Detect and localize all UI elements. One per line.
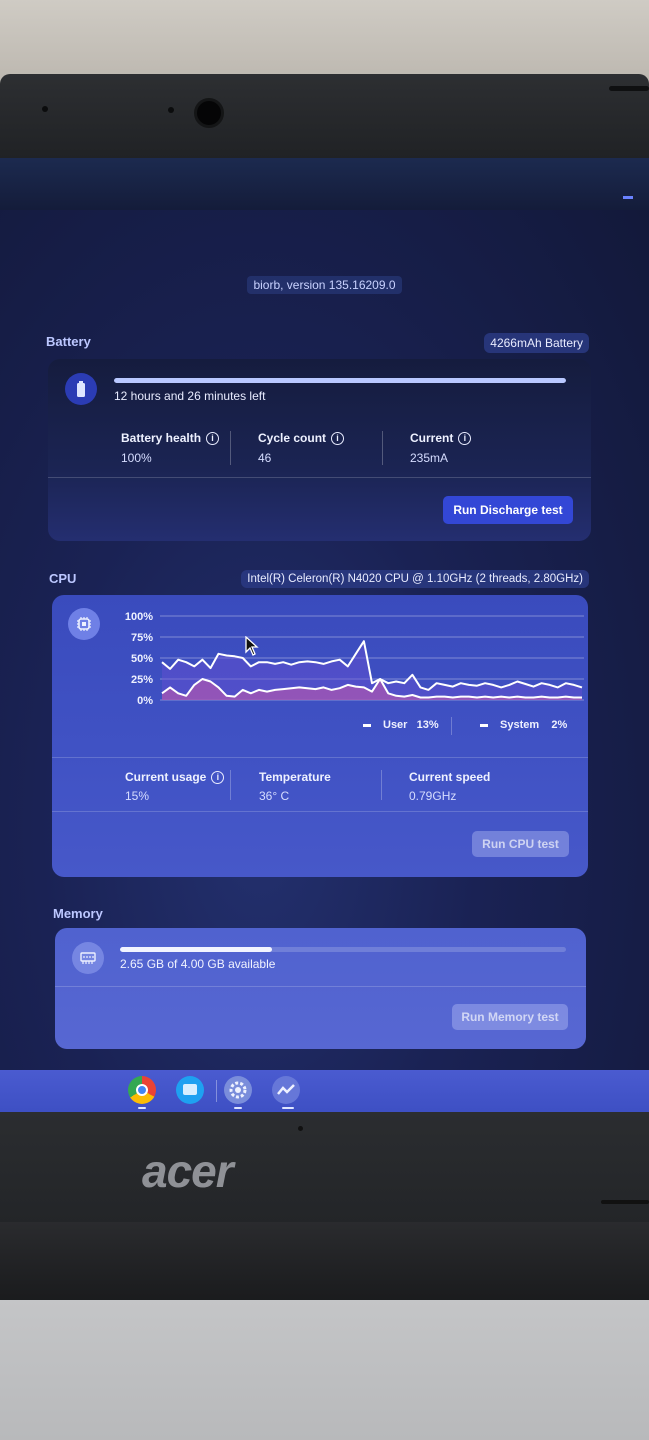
info-icon[interactable]: i: [211, 771, 225, 785]
battery-capacity-chip: 4266mAh Battery: [484, 333, 589, 353]
shelf-divider: [216, 1080, 217, 1102]
battery-time-left: 12 hours and 26 minutes left: [114, 389, 266, 403]
y-tick-label: 75%: [131, 632, 153, 644]
current-usage-value: 15%: [125, 789, 150, 803]
run-discharge-test-button[interactable]: Run Discharge test: [443, 496, 573, 524]
app-version: biorb, version 135.16209.0: [0, 276, 649, 294]
run-memory-test-button[interactable]: Run Memory test: [452, 1004, 568, 1030]
y-tick-label: 0%: [137, 695, 153, 707]
diagnostics-icon[interactable]: [272, 1076, 300, 1104]
divider: [230, 431, 231, 465]
screen: biorb, version 135.16209.0 Battery 4266m…: [0, 158, 649, 1114]
temperature-value: 36° C: [259, 789, 290, 803]
diagnostics-running-indicator: [282, 1107, 294, 1109]
sensor-dot: [42, 106, 48, 112]
current-speed-value: 0.79GHz: [409, 789, 457, 803]
memory-usage-fill: [120, 947, 272, 952]
divider: [52, 811, 588, 812]
desk-background: [0, 0, 649, 80]
settings-icon[interactable]: [224, 1076, 252, 1104]
temperature-label: Temperature: [259, 770, 331, 784]
legend-user: User 13%: [363, 719, 439, 731]
battery-level-fill: [114, 378, 566, 383]
battery-card: 12 hours and 26 minutes left Battery hea…: [48, 359, 591, 541]
y-tick-label: 100%: [125, 611, 153, 623]
cycle-count-label: Cycle count i: [258, 431, 345, 446]
current-speed-label: Current speed: [409, 770, 491, 784]
info-icon[interactable]: i: [331, 432, 345, 446]
battery-level-bar: [114, 378, 566, 383]
laptop-top-bezel: [0, 74, 649, 166]
cycle-count-value: 46: [258, 451, 272, 465]
divider: [451, 717, 452, 735]
webcam-icon: [194, 98, 224, 128]
legend-user-swatch: [363, 723, 371, 727]
memory-icon: [72, 942, 104, 974]
run-cpu-test-button[interactable]: Run CPU test: [472, 831, 569, 857]
shelf: [0, 1070, 649, 1114]
legend-system: System 2%: [480, 719, 567, 731]
cpu-usage-chart: 100% 75% 50% 25% 0%: [125, 611, 584, 707]
window-control-icon[interactable]: [623, 196, 633, 199]
battery-section-title: Battery: [46, 334, 91, 349]
sensor-dot: [168, 107, 174, 113]
divider: [382, 431, 383, 465]
current-label: Current i: [410, 431, 472, 446]
bezel-screw: [298, 1126, 303, 1131]
laptop-hinge: [0, 1222, 649, 1302]
divider: [52, 757, 588, 758]
chrome-running-indicator: [138, 1107, 146, 1109]
bezel-notch: [609, 86, 649, 91]
chrome-icon[interactable]: [128, 1076, 156, 1104]
divider: [55, 986, 586, 987]
bezel-notch: [601, 1200, 649, 1204]
memory-section-title: Memory: [53, 906, 103, 921]
brand-logo: acer: [142, 1145, 234, 1197]
battery-health-label: Battery health i: [121, 431, 220, 446]
legend-system-swatch: [480, 723, 488, 727]
memory-usage-bar: [120, 947, 566, 952]
divider: [48, 477, 591, 478]
memory-available-text: 2.65 GB of 4.00 GB available: [120, 957, 276, 971]
current-value: 235mA: [410, 451, 449, 465]
files-icon[interactable]: [176, 1076, 204, 1104]
settings-running-indicator: [234, 1107, 242, 1109]
mouse-cursor-icon: [245, 636, 259, 656]
y-tick-label: 25%: [131, 674, 153, 686]
current-usage-label: Current usage i: [125, 770, 225, 785]
cpu-section-title: CPU: [49, 571, 77, 586]
battery-health-value: 100%: [121, 451, 152, 465]
cpu-card: 100% 75% 50% 25% 0% User 13% System 2% Curre…: [52, 595, 588, 877]
info-icon[interactable]: i: [206, 432, 220, 446]
y-tick-label: 50%: [131, 653, 153, 665]
app-version-text: biorb, version 135.16209.0: [247, 276, 402, 294]
divider: [381, 770, 382, 800]
info-icon[interactable]: i: [458, 432, 472, 446]
laptop-bottom-bezel: [0, 1112, 649, 1224]
memory-card: 2.65 GB of 4.00 GB available Run Memory …: [55, 928, 586, 1049]
laptop-base: [0, 1300, 649, 1440]
divider: [230, 770, 231, 800]
cpu-model-chip: Intel(R) Celeron(R) N4020 CPU @ 1.10GHz …: [241, 570, 589, 588]
battery-icon: [65, 373, 97, 405]
window-top-bar: [0, 158, 649, 210]
